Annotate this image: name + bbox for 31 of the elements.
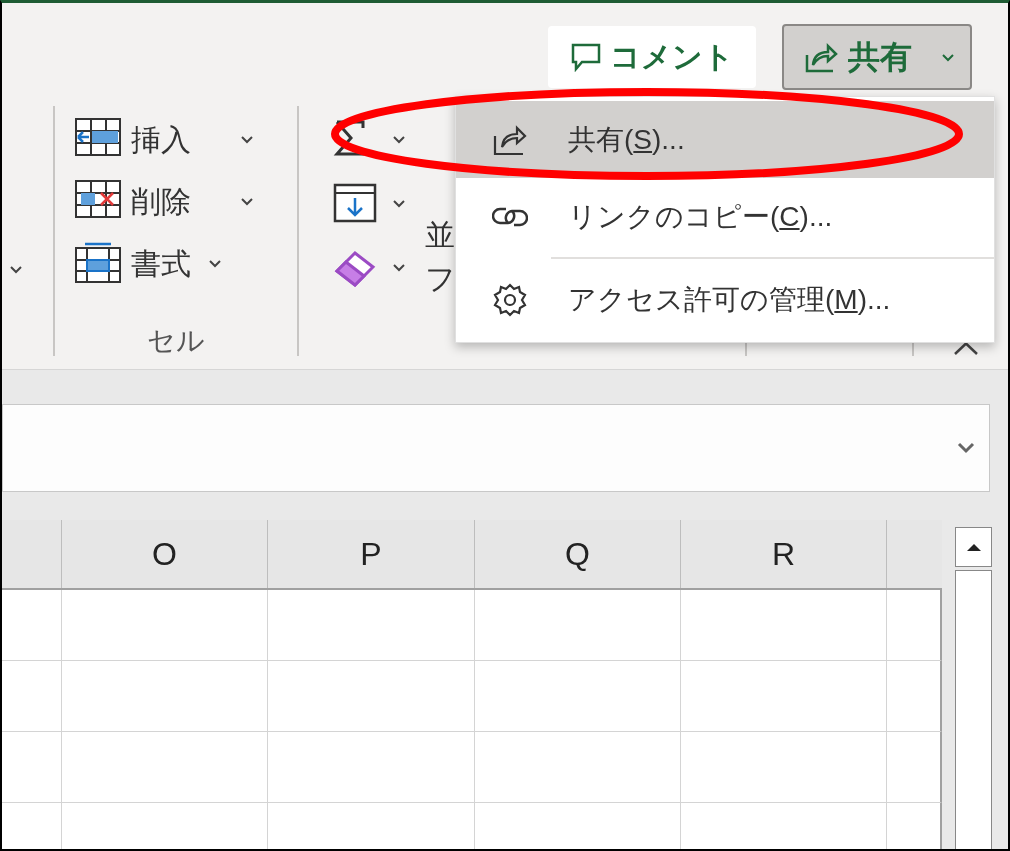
- delete-button[interactable]: 削除: [75, 178, 297, 224]
- column-header[interactable]: Q: [475, 520, 681, 588]
- button-label: フ: [425, 261, 456, 297]
- up-arrow-icon: [965, 542, 982, 552]
- scrollbar-thumb[interactable]: [955, 570, 992, 849]
- format-cells-icon: [75, 242, 121, 284]
- insert-button[interactable]: 挿入: [75, 116, 297, 162]
- column-header[interactable]: P: [268, 520, 475, 588]
- column-header[interactable]: R: [681, 520, 887, 588]
- format-button[interactable]: 書式: [75, 240, 297, 286]
- menu-item[interactable]: リンクのコピー(C)...: [456, 178, 994, 255]
- collapse-ribbon-icon: [954, 342, 978, 355]
- fill-down-icon: [333, 183, 377, 223]
- share-button[interactable]: 共有: [782, 23, 972, 90]
- scroll-up-button[interactable]: [955, 527, 992, 567]
- comment-icon: [570, 41, 602, 72]
- chevron-icon: [391, 261, 407, 273]
- chevron-icon: [239, 133, 255, 145]
- button-label: 並: [425, 217, 456, 253]
- expand-chevron-icon: [957, 442, 975, 454]
- group-label: セル: [147, 324, 205, 358]
- chevron-icon: [207, 257, 223, 269]
- chevron-icon: [239, 195, 255, 207]
- comment-button[interactable]: コメント: [548, 25, 756, 88]
- menu-item[interactable]: アクセス許可の管理(M)...: [456, 261, 994, 338]
- chevron-icon: [8, 263, 24, 275]
- column-header[interactable]: O: [62, 520, 268, 588]
- chevron-icon: [391, 133, 407, 145]
- settings-icon: [492, 281, 528, 318]
- chevron-icon: [391, 197, 407, 209]
- fill-button[interactable]: [333, 182, 407, 224]
